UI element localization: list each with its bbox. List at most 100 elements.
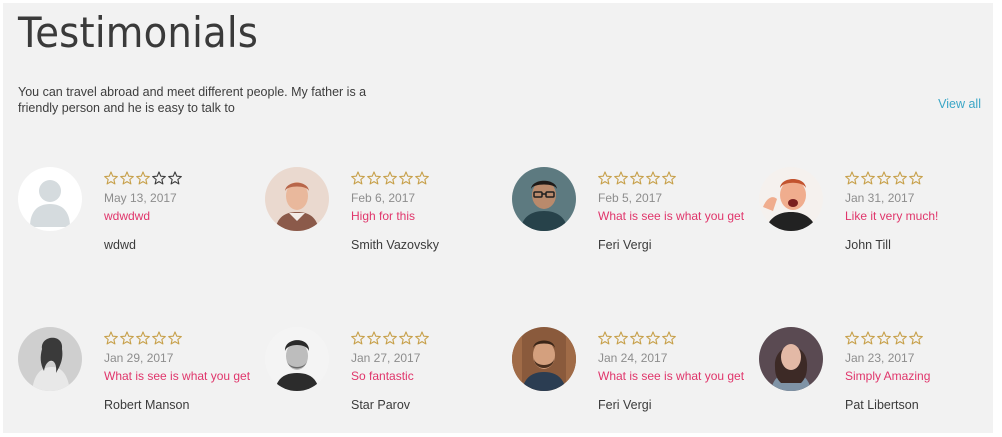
star-rating [598,331,676,345]
review-headline: wdwdwd [104,209,151,223]
avatar [18,327,82,391]
woman-bw-photo-icon [18,327,82,391]
testimonial-card: Jan 31, 2017 Like it very much! John Til… [759,167,999,252]
star-filled-icon [861,331,875,345]
star-filled-icon [104,331,118,345]
review-date: May 13, 2017 [104,191,177,205]
review-date: Jan 29, 2017 [104,351,174,365]
star-filled-icon [120,171,134,185]
reviewer-name: Feri Vergi [598,238,652,252]
star-filled-icon [598,171,612,185]
review-headline: What is see is what you get [598,209,745,223]
star-filled-icon [893,331,907,345]
reviewer-name: John Till [845,238,891,252]
star-filled-icon [662,331,676,345]
review-date: Feb 5, 2017 [598,191,663,205]
star-filled-icon [909,331,923,345]
man-bw-photo-icon [265,327,329,391]
star-rating [845,171,923,185]
avatar [18,167,82,231]
review-headline: Like it very much! [845,209,939,223]
testimonial-card: Jan 27, 2017 So fantastic Star Parov [265,327,505,412]
avatar [265,167,329,231]
testimonials-section: Testimonials You can travel abroad and m… [3,3,993,433]
review-headline: High for this [351,209,416,223]
man-red-hair-photo-icon [265,167,329,231]
star-rating [104,331,182,345]
section-intro: You can travel abroad and meet different… [18,85,367,115]
star-filled-icon [630,171,644,185]
star-filled-icon [104,171,118,185]
reviewer-name: wdwd [104,238,136,252]
man-glasses-photo-icon [512,167,576,231]
star-filled-icon [893,171,907,185]
avatar [512,167,576,231]
reviewer-name: Star Parov [351,398,411,412]
star-filled-icon [877,331,891,345]
review-date: Jan 23, 2017 [845,351,915,365]
star-filled-icon [861,171,875,185]
excited-man-photo-icon [759,167,823,231]
star-filled-icon [877,171,891,185]
star-filled-icon [351,331,365,345]
star-filled-icon [136,171,150,185]
star-filled-icon [614,331,628,345]
star-filled-icon [415,171,429,185]
testimonial-card: Feb 6, 2017 High for this Smith Vazovsky [265,167,505,252]
star-rating [351,331,429,345]
review-date: Jan 27, 2017 [351,351,421,365]
review-date: Jan 24, 2017 [598,351,668,365]
star-filled-icon [399,171,413,185]
star-filled-icon [367,331,381,345]
star-empty-icon [152,171,166,185]
star-filled-icon [598,331,612,345]
review-headline: What is see is what you get [104,369,251,383]
man-beard-photo-icon [512,327,576,391]
star-filled-icon [845,171,859,185]
avatar [265,327,329,391]
testimonial-card: May 13, 2017 wdwdwd wdwd [18,167,258,252]
review-headline: Simply Amazing [845,369,931,383]
star-filled-icon [120,331,134,345]
testimonials-grid: May 13, 2017 wdwdwd wdwd Feb 6, 2017 Hig… [18,167,993,427]
review-headline: So fantastic [351,369,414,383]
reviewer-name: Smith Vazovsky [351,238,439,252]
testimonial-card: Jan 23, 2017 Simply Amazing Pat Libertso… [759,327,999,412]
testimonial-card: Jan 24, 2017 What is see is what you get… [512,327,752,412]
star-rating [104,171,182,185]
woman-photo-icon [759,327,823,391]
avatar [759,167,823,231]
star-filled-icon [646,171,660,185]
star-filled-icon [383,331,397,345]
star-rating [598,171,676,185]
testimonial-card: Jan 29, 2017 What is see is what you get… [18,327,258,412]
placeholder-avatar-icon [18,167,82,231]
star-filled-icon [614,171,628,185]
star-rating [351,171,429,185]
star-empty-icon [168,171,182,185]
testimonial-card: Feb 5, 2017 What is see is what you get … [512,167,752,252]
star-filled-icon [845,331,859,345]
star-filled-icon [415,331,429,345]
avatar [759,327,823,391]
reviewer-name: Feri Vergi [598,398,652,412]
star-filled-icon [351,171,365,185]
star-filled-icon [136,331,150,345]
star-filled-icon [399,331,413,345]
view-all-link[interactable]: View all [938,97,981,111]
star-filled-icon [646,331,660,345]
section-title: Testimonials [18,8,259,57]
star-filled-icon [662,171,676,185]
star-filled-icon [367,171,381,185]
star-filled-icon [168,331,182,345]
review-headline: What is see is what you get [598,369,745,383]
star-filled-icon [152,331,166,345]
star-filled-icon [383,171,397,185]
star-filled-icon [909,171,923,185]
avatar [512,327,576,391]
review-date: Jan 31, 2017 [845,191,915,205]
star-rating [845,331,923,345]
reviewer-name: Robert Manson [104,398,190,412]
star-filled-icon [630,331,644,345]
reviewer-name: Pat Libertson [845,398,919,412]
